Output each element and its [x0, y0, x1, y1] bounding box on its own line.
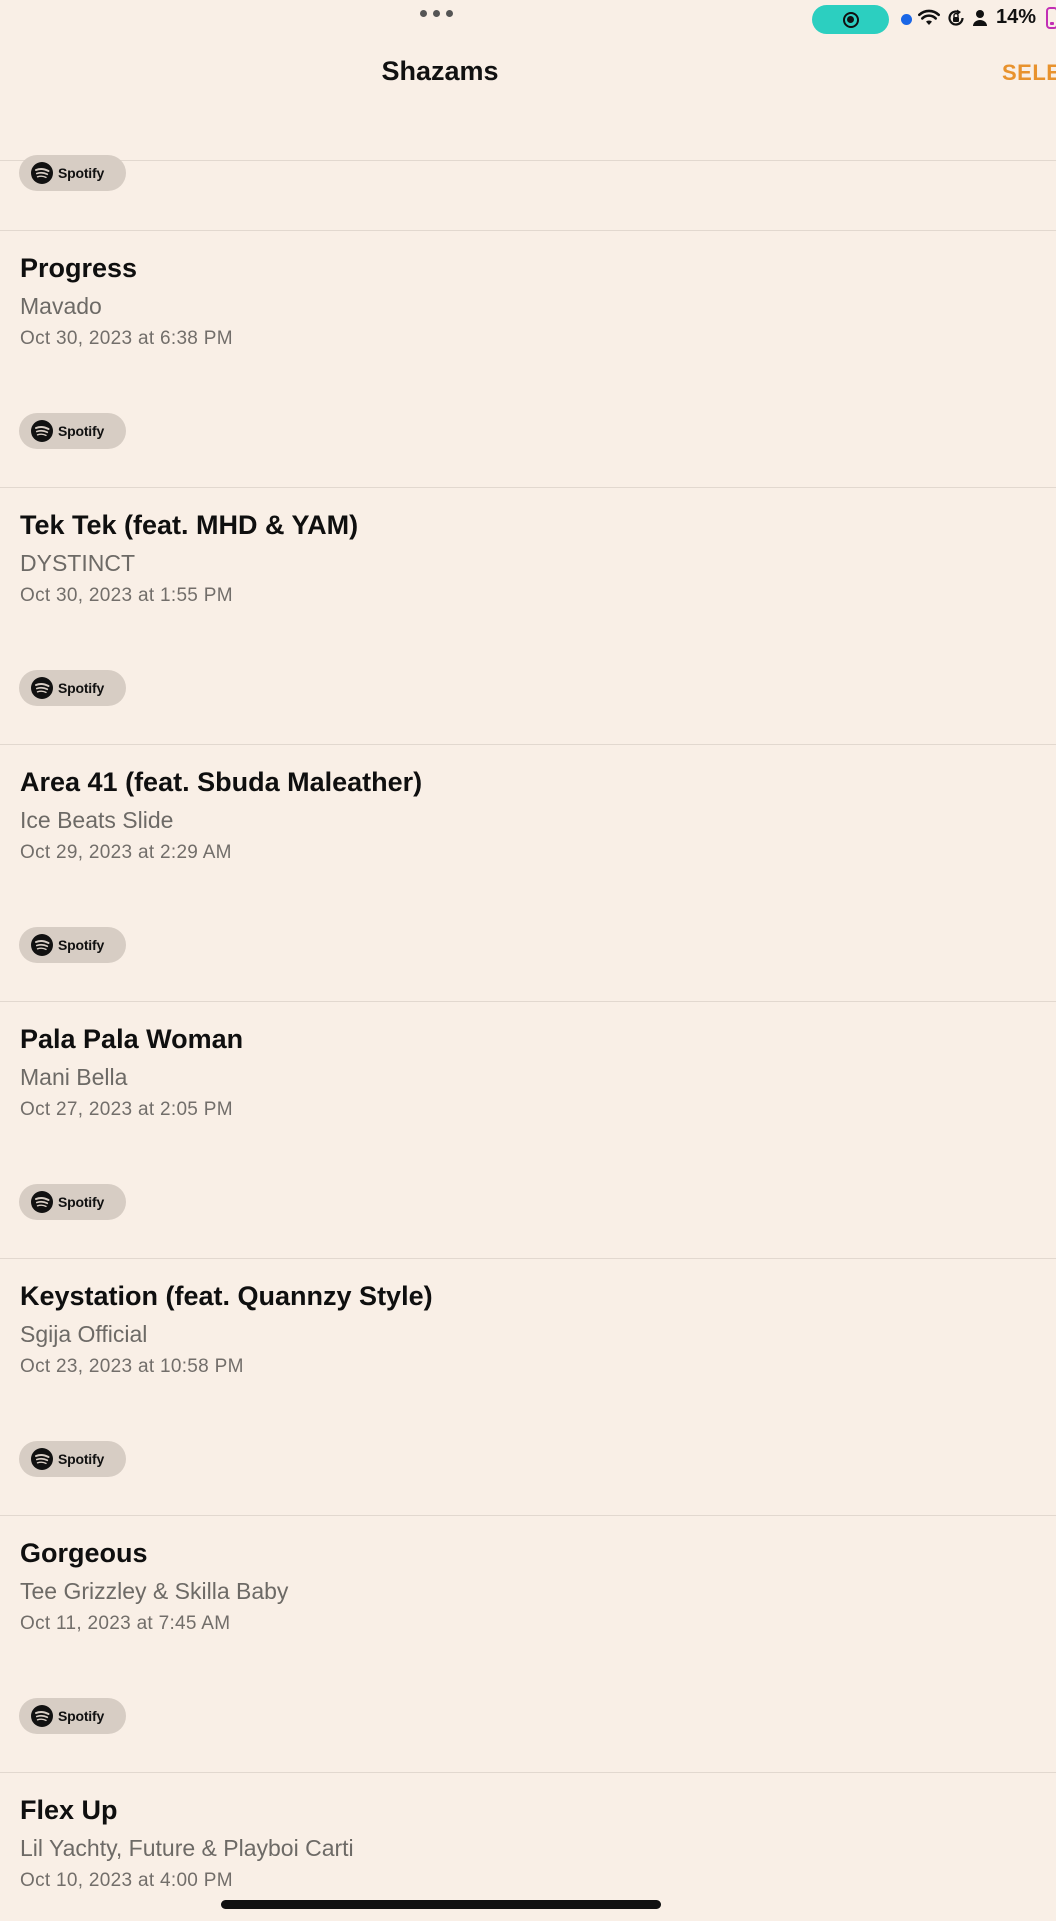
- shazam-date: Oct 30, 2023 at 1:55 PM: [20, 585, 233, 606]
- spotify-icon: [31, 1191, 53, 1213]
- list-item[interactable]: Progress Mavado Oct 30, 2023 at 6:38 PM …: [0, 230, 1056, 488]
- song-title: Progress: [20, 253, 138, 283]
- select-button[interactable]: SELECT: [1002, 60, 1056, 86]
- home-indicator[interactable]: [221, 1900, 661, 1909]
- shazam-date: Oct 11, 2023 at 7:45 AM: [20, 1613, 231, 1634]
- spotify-label: Spotify: [58, 1194, 105, 1210]
- list-item[interactable]: Keystation (feat. Quannzy Style) Sgija O…: [0, 1258, 1056, 1516]
- rotation-lock-icon: [948, 9, 964, 26]
- navigation-bar: Shazams SELECT: [0, 40, 1056, 161]
- artist-name: Sgija Official: [20, 1321, 148, 1347]
- shazam-date: Oct 30, 2023 at 6:38 PM: [20, 328, 233, 349]
- spotify-label: Spotify: [58, 1708, 105, 1724]
- song-title: Flex Up: [20, 1795, 118, 1825]
- spotify-button[interactable]: Spotify: [19, 670, 126, 706]
- battery-icon: [1046, 6, 1056, 29]
- song-title: Pala Pala Woman: [20, 1024, 244, 1054]
- spotify-icon: [31, 677, 53, 699]
- spotify-label: Spotify: [58, 1451, 105, 1467]
- list-item[interactable]: Pala Pala Woman Mani Bella Oct 27, 2023 …: [0, 1001, 1056, 1259]
- spotify-icon: [31, 1705, 53, 1727]
- shazam-date: Oct 27, 2023 at 2:05 PM: [20, 1099, 233, 1120]
- spotify-button[interactable]: Spotify: [19, 927, 126, 963]
- shazam-date: Oct 29, 2023 at 2:29 AM: [20, 842, 232, 863]
- page-title: Shazams: [381, 56, 499, 86]
- spotify-icon: [31, 934, 53, 956]
- spotify-label: Spotify: [58, 937, 105, 953]
- spotify-button[interactable]: Spotify: [19, 1184, 126, 1220]
- list-item[interactable]: Flex Up Lil Yachty, Future & Playboi Car…: [0, 1772, 1056, 1921]
- song-title: Keystation (feat. Quannzy Style): [20, 1281, 433, 1311]
- spotify-button[interactable]: Spotify: [19, 1698, 126, 1734]
- screen-record-icon[interactable]: [812, 5, 889, 34]
- artist-name: Mani Bella: [20, 1064, 128, 1090]
- wifi-icon: [918, 9, 940, 25]
- list-item[interactable]: Gorgeous Tee Grizzley & Skilla Baby Oct …: [0, 1515, 1056, 1773]
- artist-name: Ice Beats Slide: [20, 807, 174, 833]
- spotify-button[interactable]: Spotify: [19, 155, 126, 191]
- person-icon: [973, 9, 987, 26]
- song-title: Tek Tek (feat. MHD & YAM): [20, 510, 359, 540]
- artist-name: DYSTINCT: [20, 550, 135, 576]
- status-bar: 14%: [0, 0, 1056, 40]
- more-dots-icon[interactable]: [420, 10, 453, 17]
- song-title: Gorgeous: [20, 1538, 148, 1568]
- artist-name: Tee Grizzley & Skilla Baby: [20, 1578, 289, 1604]
- spotify-icon: [31, 1448, 53, 1470]
- spotify-label: Spotify: [58, 423, 105, 439]
- spotify-label: Spotify: [58, 165, 105, 181]
- artist-name: Lil Yachty, Future & Playboi Carti: [20, 1835, 354, 1861]
- blue-dot-indicator: [901, 14, 912, 25]
- spotify-label: Spotify: [58, 680, 105, 696]
- shazam-date: Oct 10, 2023 at 4:00 PM: [20, 1870, 233, 1891]
- spotify-icon: [31, 420, 53, 442]
- spotify-icon: [31, 162, 53, 184]
- shazam-date: Oct 23, 2023 at 10:58 PM: [20, 1356, 244, 1377]
- list-item[interactable]: Tek Tek (feat. MHD & YAM) DYSTINCT Oct 3…: [0, 487, 1056, 745]
- spotify-button[interactable]: Spotify: [19, 413, 126, 449]
- list-item[interactable]: Area 41 (feat. Sbuda Maleather) Ice Beat…: [0, 744, 1056, 1002]
- song-title: Area 41 (feat. Sbuda Maleather): [20, 767, 423, 797]
- spotify-button[interactable]: Spotify: [19, 1441, 126, 1477]
- artist-name: Mavado: [20, 293, 102, 319]
- battery-percentage: 14%: [996, 6, 1037, 28]
